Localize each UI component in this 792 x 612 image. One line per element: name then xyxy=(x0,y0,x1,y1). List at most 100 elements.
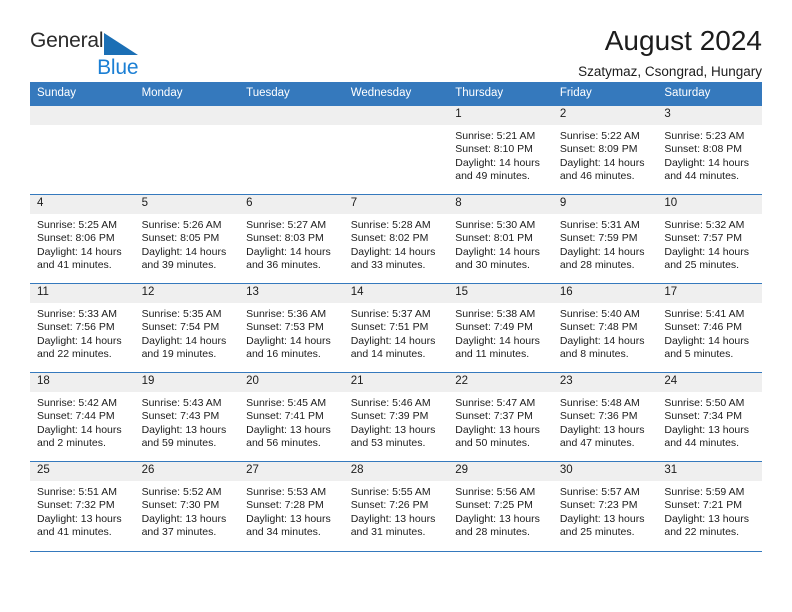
sunrise-text: Sunrise: 5:23 AM xyxy=(664,130,745,142)
weekday-header-friday: Friday xyxy=(552,82,658,106)
calendar-day-cell[interactable]: 22 Sunrise: 5:47 AM Sunset: 7:37 PM Dayligh… xyxy=(448,372,553,462)
calendar-day-cell[interactable]: 15 Sunrise: 5:38 AM Sunset: 7:49 PM Dayligh… xyxy=(448,283,553,373)
sunrise-sunset-calendar: Sunday Monday Tuesday Wednesday Thursday… xyxy=(30,82,762,551)
sunset-text: Sunset: 7:23 PM xyxy=(559,499,638,512)
day-details: Sunrise: 5:23 AM Sunset: 8:08 PM Daylight:… xyxy=(657,125,762,184)
sunrise-text: Sunrise: 5:38 AM xyxy=(455,308,536,320)
calendar-day-cell[interactable]: 13 Sunrise: 5:36 AM Sunset: 7:53 PM Dayligh… xyxy=(239,283,344,373)
day-details: Sunrise: 5:38 AM Sunset: 7:49 PM Daylight:… xyxy=(448,303,553,362)
calendar-week-row: 1 Sunrise: 5:21 AM Sunset: 8:10 PM Daylight… xyxy=(30,105,762,195)
daylight-text-line1: Daylight: 14 hours xyxy=(350,245,436,258)
sunrise-text: Sunrise: 5:37 AM xyxy=(350,308,431,320)
daylight-text-line2: and 49 minutes. xyxy=(455,170,530,183)
day-number: 3 xyxy=(657,106,762,125)
calendar-day-cell[interactable]: 7 Sunrise: 5:28 AM Sunset: 8:02 PM Daylight… xyxy=(343,194,449,284)
calendar-day-cell[interactable]: 27 Sunrise: 5:53 AM Sunset: 7:28 PM Dayligh… xyxy=(239,461,344,551)
daylight-text-line2: and 41 minutes. xyxy=(37,526,112,539)
sunset-text: Sunset: 8:03 PM xyxy=(246,232,324,245)
daylight-text-line1: Daylight: 14 hours xyxy=(559,156,645,169)
calendar-day-cell[interactable]: 25 Sunrise: 5:51 AM Sunset: 7:32 PM Dayligh… xyxy=(30,461,135,551)
daylight-text-line2: and 2 minutes. xyxy=(37,437,106,450)
day-number: 28 xyxy=(343,462,449,481)
sunset-text: Sunset: 7:32 PM xyxy=(37,499,115,512)
sunrise-text: Sunrise: 5:57 AM xyxy=(559,486,640,498)
day-number: 5 xyxy=(134,195,240,214)
calendar-day-cell[interactable]: 21 Sunrise: 5:46 AM Sunset: 7:39 PM Dayligh… xyxy=(343,372,449,462)
sunrise-text: Sunrise: 5:22 AM xyxy=(559,130,640,142)
sunset-text: Sunset: 7:48 PM xyxy=(559,321,638,334)
calendar-day-cell[interactable]: 6 Sunrise: 5:27 AM Sunset: 8:03 PM Daylight… xyxy=(239,194,344,284)
sunset-text: Sunset: 7:36 PM xyxy=(559,410,638,423)
calendar-day-cell[interactable]: 11 Sunrise: 5:33 AM Sunset: 7:56 PM Dayligh… xyxy=(30,283,135,373)
calendar-day-cell[interactable]: 30 Sunrise: 5:57 AM Sunset: 7:23 PM Dayligh… xyxy=(552,461,658,551)
logo-top-row: General xyxy=(30,30,139,59)
sunset-text: Sunset: 7:49 PM xyxy=(455,321,533,334)
weekday-header-tuesday: Tuesday xyxy=(239,82,344,106)
daylight-text-line2: and 8 minutes. xyxy=(559,348,629,361)
daylight-text-line2: and 31 minutes. xyxy=(350,526,426,539)
day-details: Sunrise: 5:36 AM Sunset: 7:53 PM Daylight:… xyxy=(239,303,344,362)
calendar-day-cell[interactable]: 14 Sunrise: 5:37 AM Sunset: 7:51 PM Dayligh… xyxy=(343,283,449,373)
daylight-text-line2: and 28 minutes. xyxy=(455,526,530,539)
calendar-day-cell[interactable]: 29 Sunrise: 5:56 AM Sunset: 7:25 PM Dayligh… xyxy=(448,461,553,551)
calendar-page: General Blue August 2024 Szatymaz, Csong… xyxy=(0,0,792,612)
calendar-day-cell[interactable]: 12 Sunrise: 5:35 AM Sunset: 7:54 PM Dayligh… xyxy=(134,283,240,373)
calendar-day-cell[interactable]: 4 Sunrise: 5:25 AM Sunset: 8:06 PM Daylight… xyxy=(30,194,135,284)
daylight-text-line1: Daylight: 14 hours xyxy=(37,423,122,436)
day-number: 2 xyxy=(552,106,658,125)
page-title: August 2024 xyxy=(604,25,762,56)
daylight-text-line1: Daylight: 13 hours xyxy=(559,423,645,436)
weekday-header-row: Sunday Monday Tuesday Wednesday Thursday… xyxy=(30,82,762,106)
sunset-text: Sunset: 8:02 PM xyxy=(350,232,429,245)
day-details: Sunrise: 5:25 AM Sunset: 8:06 PM Daylight:… xyxy=(30,214,135,273)
daylight-text-line2: and 50 minutes. xyxy=(455,437,530,450)
sunrise-text: Sunrise: 5:50 AM xyxy=(664,397,745,409)
calendar-day-cell[interactable]: 20 Sunrise: 5:45 AM Sunset: 7:41 PM Dayligh… xyxy=(239,372,344,462)
day-number: 7 xyxy=(343,195,449,214)
calendar-day-cell[interactable]: 5 Sunrise: 5:26 AM Sunset: 8:05 PM Daylight… xyxy=(134,194,240,284)
daylight-text-line1: Daylight: 13 hours xyxy=(37,512,122,525)
calendar-day-cell[interactable]: 16 Sunrise: 5:40 AM Sunset: 7:48 PM Dayligh… xyxy=(552,283,658,373)
day-details: Sunrise: 5:30 AM Sunset: 8:01 PM Daylight:… xyxy=(448,214,553,273)
day-number: 16 xyxy=(552,284,658,303)
sunrise-text: Sunrise: 5:43 AM xyxy=(141,397,222,409)
day-number: 6 xyxy=(239,195,344,214)
calendar-day-cell[interactable]: 26 Sunrise: 5:52 AM Sunset: 7:30 PM Dayligh… xyxy=(134,461,240,551)
day-details: Sunrise: 5:41 AM Sunset: 7:46 PM Daylight:… xyxy=(657,303,762,362)
calendar-cell-empty xyxy=(239,105,344,195)
calendar-day-cell[interactable]: 17 Sunrise: 5:41 AM Sunset: 7:46 PM Dayligh… xyxy=(657,283,762,373)
day-number: 12 xyxy=(134,284,240,303)
general-blue-logo[interactable]: General Blue xyxy=(30,26,139,78)
calendar-day-cell[interactable]: 31 Sunrise: 5:59 AM Sunset: 7:21 PM Dayligh… xyxy=(657,461,762,551)
calendar-day-cell[interactable]: 23 Sunrise: 5:48 AM Sunset: 7:36 PM Dayligh… xyxy=(552,372,658,462)
daylight-text-line2: and 47 minutes. xyxy=(559,437,635,450)
day-details: Sunrise: 5:22 AM Sunset: 8:09 PM Daylight:… xyxy=(553,125,658,184)
calendar-day-cell[interactable]: 24 Sunrise: 5:50 AM Sunset: 7:34 PM Dayligh… xyxy=(657,372,762,462)
calendar-day-cell[interactable]: 9 Sunrise: 5:31 AM Sunset: 7:59 PM Daylight… xyxy=(552,194,658,284)
calendar-day-cell[interactable]: 19 Sunrise: 5:43 AM Sunset: 7:43 PM Dayligh… xyxy=(134,372,240,462)
daylight-text-line2: and 28 minutes. xyxy=(559,259,635,272)
day-number: 10 xyxy=(657,195,762,214)
calendar-day-cell[interactable]: 1 Sunrise: 5:21 AM Sunset: 8:10 PM Daylight… xyxy=(448,105,553,195)
day-number: 17 xyxy=(657,284,762,303)
sunrise-text: Sunrise: 5:48 AM xyxy=(559,397,640,409)
sunrise-text: Sunrise: 5:41 AM xyxy=(664,308,745,320)
calendar-day-cell[interactable]: 2 Sunrise: 5:22 AM Sunset: 8:09 PM Daylight… xyxy=(552,105,658,195)
calendar-day-cell[interactable]: 10 Sunrise: 5:32 AM Sunset: 7:57 PM Dayligh… xyxy=(657,194,762,284)
calendar-day-cell[interactable]: 3 Sunrise: 5:23 AM Sunset: 8:08 PM Daylight… xyxy=(657,105,762,195)
sunset-text: Sunset: 7:57 PM xyxy=(664,232,743,245)
sunset-text: Sunset: 7:41 PM xyxy=(246,410,324,423)
calendar-day-cell[interactable]: 8 Sunrise: 5:30 AM Sunset: 8:01 PM Daylight… xyxy=(448,194,553,284)
daylight-text-line2: and 53 minutes. xyxy=(350,437,426,450)
daylight-text-line2: and 19 minutes. xyxy=(141,348,217,361)
sunset-text: Sunset: 7:53 PM xyxy=(246,321,324,334)
day-number xyxy=(134,106,240,125)
calendar-day-cell[interactable]: 18 Sunrise: 5:42 AM Sunset: 7:44 PM Dayligh… xyxy=(30,372,135,462)
sunrise-text: Sunrise: 5:46 AM xyxy=(350,397,431,409)
sunset-text: Sunset: 8:09 PM xyxy=(559,143,638,156)
day-details: Sunrise: 5:45 AM Sunset: 7:41 PM Daylight:… xyxy=(239,392,344,451)
calendar-day-cell[interactable]: 28 Sunrise: 5:55 AM Sunset: 7:26 PM Dayligh… xyxy=(343,461,449,551)
day-details: Sunrise: 5:57 AM Sunset: 7:23 PM Daylight:… xyxy=(553,481,658,540)
daylight-text-line2: and 16 minutes. xyxy=(246,348,321,361)
day-number: 23 xyxy=(552,373,658,392)
